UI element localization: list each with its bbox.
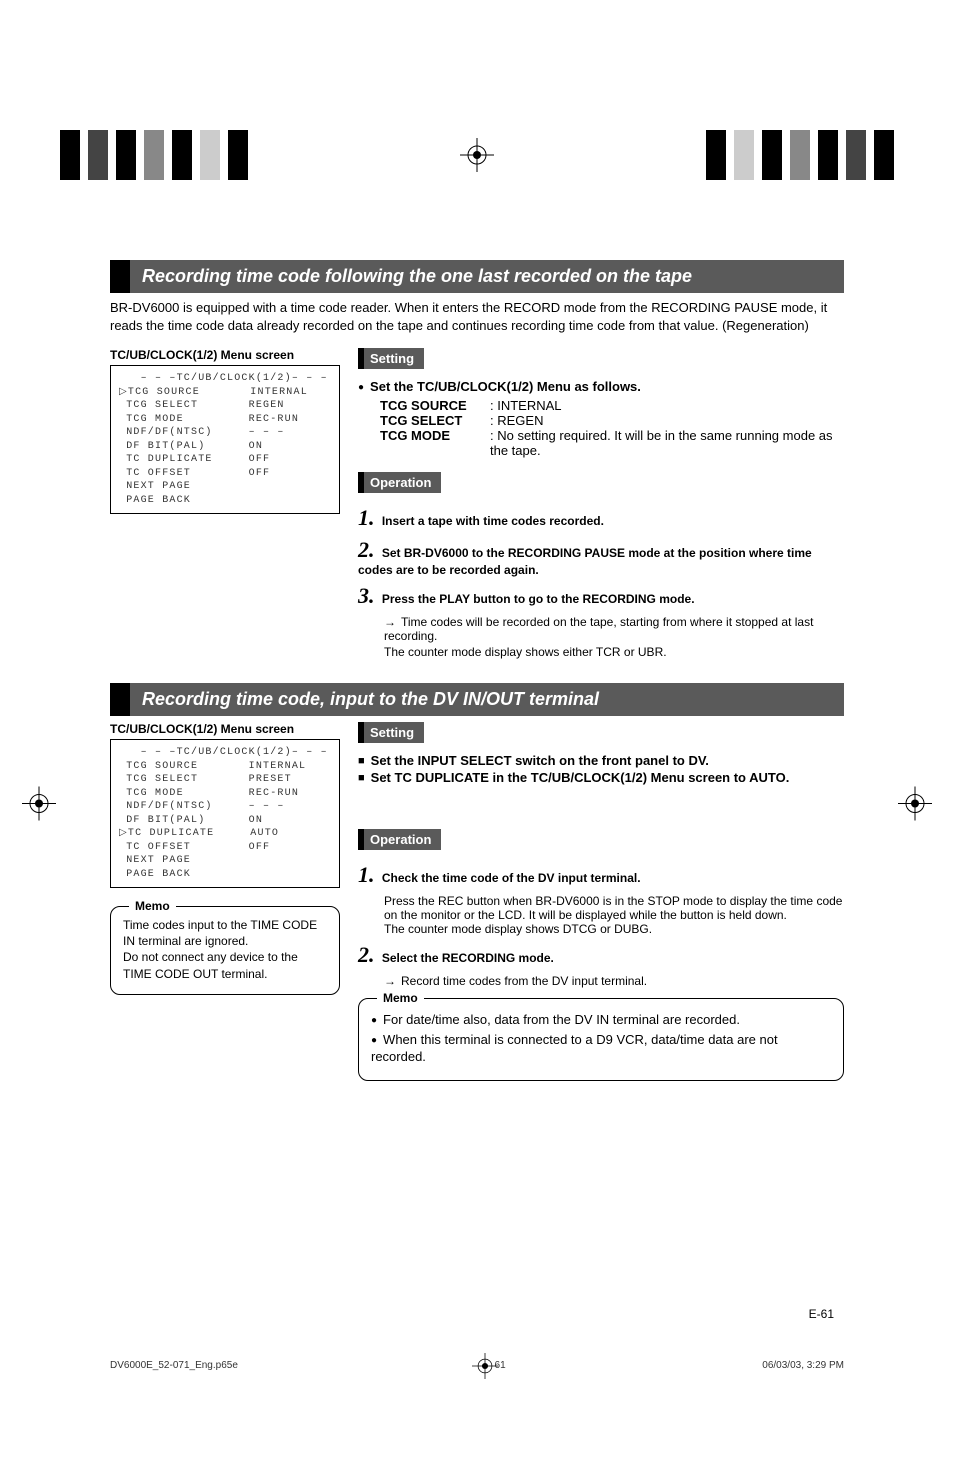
step-body: Press the REC button when BR-DV6000 is i… — [358, 894, 844, 936]
operation-heading: Operation — [358, 472, 441, 493]
operation-step: 1. Insert a tape with time codes recorde… — [358, 505, 844, 531]
memo-item: When this terminal is connected to a D9 … — [371, 1031, 831, 1066]
setting-instruction: Set TC DUPLICATE in the TC/UB/CLOCK(1/2)… — [358, 770, 844, 785]
footer-file: DV6000E_52-071_Eng.p65e — [110, 1360, 238, 1371]
page-number: E-61 — [809, 1307, 834, 1321]
crop-registration-strip — [0, 130, 954, 180]
memo-item: For date/time also, data from the DV IN … — [371, 1011, 831, 1029]
step-sub: Record time codes from the DV input term… — [358, 974, 844, 988]
setting-heading: Setting — [358, 348, 424, 369]
memo-box: Memo For date/time also, data from the D… — [358, 998, 844, 1081]
setting-key: TCG SOURCE — [380, 398, 490, 413]
section-title: Recording time code, input to the DV IN/… — [110, 683, 844, 716]
operation-step: 2. Set BR-DV6000 to the RECORDING PAUSE … — [358, 537, 844, 577]
registration-mark-icon — [898, 786, 932, 825]
setting-instruction: Set the INPUT SELECT switch on the front… — [358, 753, 844, 768]
setting-key: TCG SELECT — [380, 413, 490, 428]
footer-date: 06/03/03, 3:29 PM — [762, 1360, 844, 1371]
memo-title: Memo — [377, 990, 424, 1006]
registration-mark-icon — [22, 786, 252, 825]
memo-title: Memo — [129, 898, 176, 914]
operation-step: 1. Check the time code of the DV input t… — [358, 862, 844, 888]
memo-box: Memo Time codes input to the TIME CODE I… — [110, 906, 340, 995]
setting-instruction: Set the TC/UB/CLOCK(1/2) Menu as follows… — [358, 379, 844, 394]
registration-mark-icon — [460, 138, 494, 172]
screen-caption: TC/UB/CLOCK(1/2) Menu screen — [110, 722, 340, 736]
screen-caption: TC/UB/CLOCK(1/2) Menu screen — [110, 348, 340, 362]
operation-heading: Operation — [358, 829, 441, 850]
print-footer: DV6000E_52-071_Eng.p65e 61 06/03/03, 3:2… — [110, 1360, 844, 1371]
registration-mark-icon — [472, 1353, 498, 1379]
operation-step: 3. Press the PLAY button to go to the RE… — [358, 583, 844, 609]
section-lead: BR-DV6000 is equipped with a time code r… — [110, 299, 844, 334]
setting-value: : INTERNAL — [490, 398, 844, 413]
operation-step: 2. Select the RECORDING mode. — [358, 942, 844, 968]
setting-value: : No setting required. It will be in the… — [490, 428, 844, 458]
step-sub: The counter mode display shows either TC… — [358, 645, 844, 659]
setting-value: : REGEN — [490, 413, 844, 428]
step-sub: Time codes will be recorded on the tape,… — [358, 615, 844, 643]
setting-key: TCG MODE — [380, 428, 490, 458]
menu-screen: – – –TC/UB/CLOCK(1/2)– – – ▷TCG SOURCE I… — [110, 365, 340, 514]
setting-heading: Setting — [358, 722, 424, 743]
section-title: Recording time code following the one la… — [110, 260, 844, 293]
memo-text: Time codes input to the TIME CODE IN ter… — [123, 917, 327, 982]
